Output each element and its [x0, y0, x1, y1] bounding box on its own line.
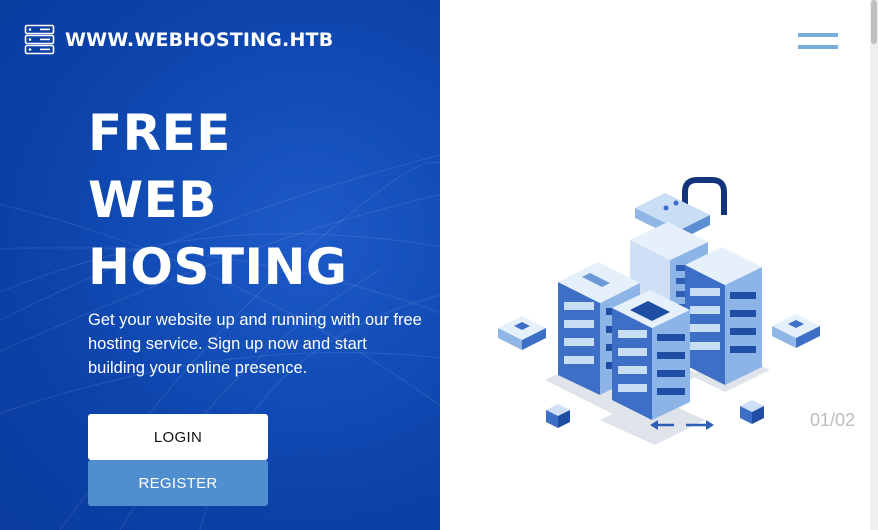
hamburger-menu-icon[interactable] [798, 33, 838, 49]
slide-pager: 01/02 [810, 410, 856, 430]
server-stack-icon [24, 24, 55, 55]
scrollbar-thumb[interactable] [871, 0, 877, 44]
headline-line-1: FREE [88, 104, 231, 162]
hero-tagline: Get your website up and running with our… [88, 311, 422, 377]
login-button[interactable]: LOGIN [88, 414, 268, 460]
hero-panel: WWW.WEBHOSTING.HTB FREE WEB HOSTING Get … [0, 0, 440, 530]
headline-line-3: HOSTING [88, 238, 348, 296]
brand-name: WWW.WEBHOSTING.HTB [65, 28, 334, 51]
headline-line-2: WEB [88, 171, 217, 229]
hero-headline: FREE WEB HOSTING [88, 100, 347, 301]
vertical-scrollbar[interactable] [870, 0, 878, 530]
menu-bar-bottom [798, 45, 838, 49]
menu-bar-top [798, 33, 838, 37]
brand[interactable]: WWW.WEBHOSTING.HTB [24, 24, 333, 55]
register-button[interactable]: REGISTER [88, 460, 268, 506]
isometric-server-cluster-illustration [498, 177, 820, 445]
